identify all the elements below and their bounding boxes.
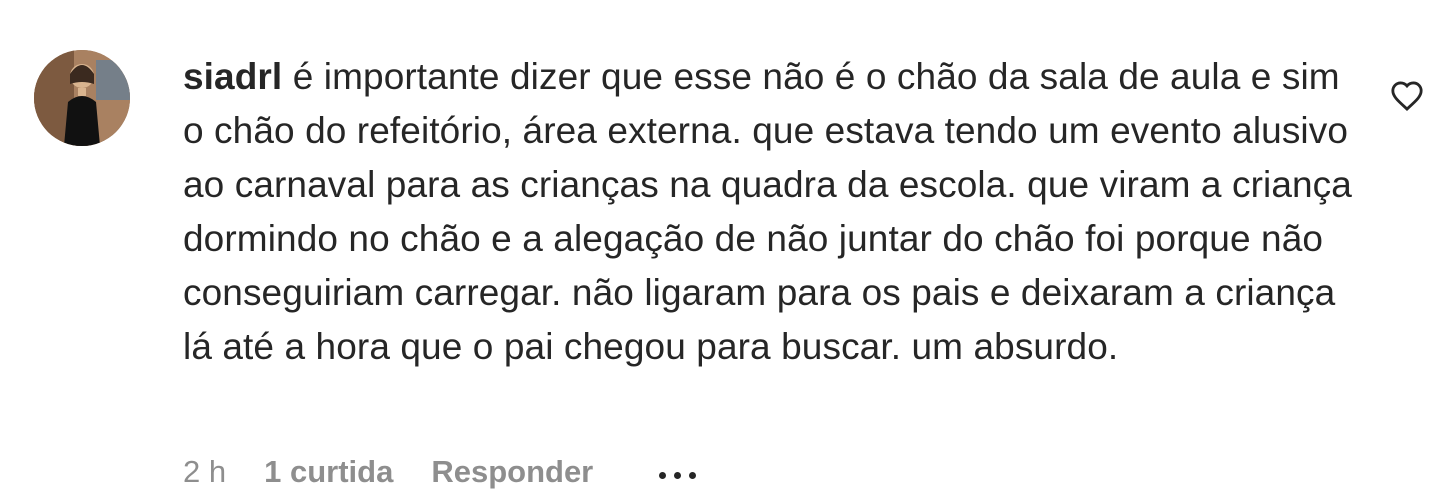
- avatar[interactable]: [34, 50, 130, 146]
- dot: [659, 471, 667, 479]
- reply-button[interactable]: Responder: [431, 454, 593, 490]
- comment: siadrl é importante dizer que esse não é…: [0, 0, 1450, 503]
- likes-count-link[interactable]: 1 curtida: [264, 454, 393, 490]
- more-horizontal-icon[interactable]: [659, 466, 697, 479]
- comment-meta: 2 h 1 curtida Responder: [183, 447, 697, 497]
- timestamp: 2 h: [183, 454, 227, 489]
- avatar-image: [34, 50, 130, 146]
- username[interactable]: siadrl: [183, 56, 282, 97]
- comment-text-block: siadrl é importante dizer que esse não é…: [183, 50, 1353, 374]
- dot: [689, 471, 697, 479]
- comment-text: é importante dizer que esse não é o chão…: [183, 56, 1352, 367]
- comment-body: siadrl é importante dizer que esse não é…: [183, 50, 1353, 374]
- dot: [674, 471, 682, 479]
- heart-outline-icon[interactable]: [1390, 80, 1424, 112]
